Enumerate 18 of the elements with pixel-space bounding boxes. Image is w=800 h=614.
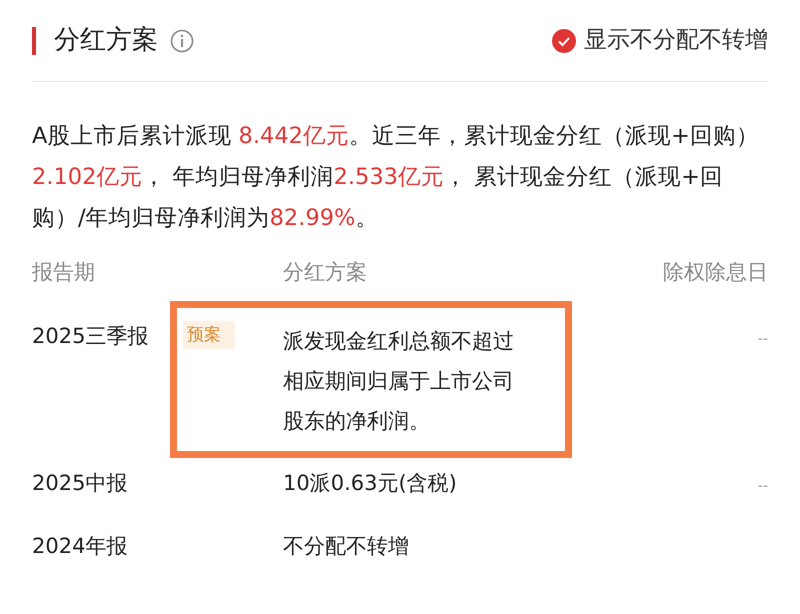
column-header: 报告期	[32, 259, 96, 286]
table-cell: 2024年报	[32, 534, 128, 558]
table-cell: --	[758, 331, 768, 347]
table-cell: --	[758, 478, 768, 494]
info-icon[interactable]	[170, 28, 194, 52]
dividend-summary: A股上市后累计派现 8.442亿元。近三年，累计现金分红（派现+回购） 2.102亿元， 年均归母净利润2.533亿元， 累计现金分红（派现+回购）/年均归母净利润为82.99%。	[32, 122, 760, 233]
checkbox[interactable]	[552, 28, 576, 52]
table-cell: 2025三季报	[32, 324, 148, 348]
column-header: 除权除息日	[663, 259, 768, 286]
table-cell: 2025中报	[32, 471, 128, 495]
checkbox-label[interactable]: 显示不分配不转增	[584, 23, 768, 58]
section-title: 分红方案	[54, 24, 158, 57]
table-cell-text: 派发现金红利总额不超过相应期间归属于上市公司股东的净利润。	[283, 328, 515, 435]
plan-badge: 预案	[183, 321, 235, 349]
table-cell-text: 10派0.63元(含税)	[283, 470, 457, 497]
table-cell-text: 不分配不转增	[283, 533, 409, 560]
column-header: 分红方案	[282, 259, 368, 286]
title-accent-bar	[32, 26, 36, 54]
